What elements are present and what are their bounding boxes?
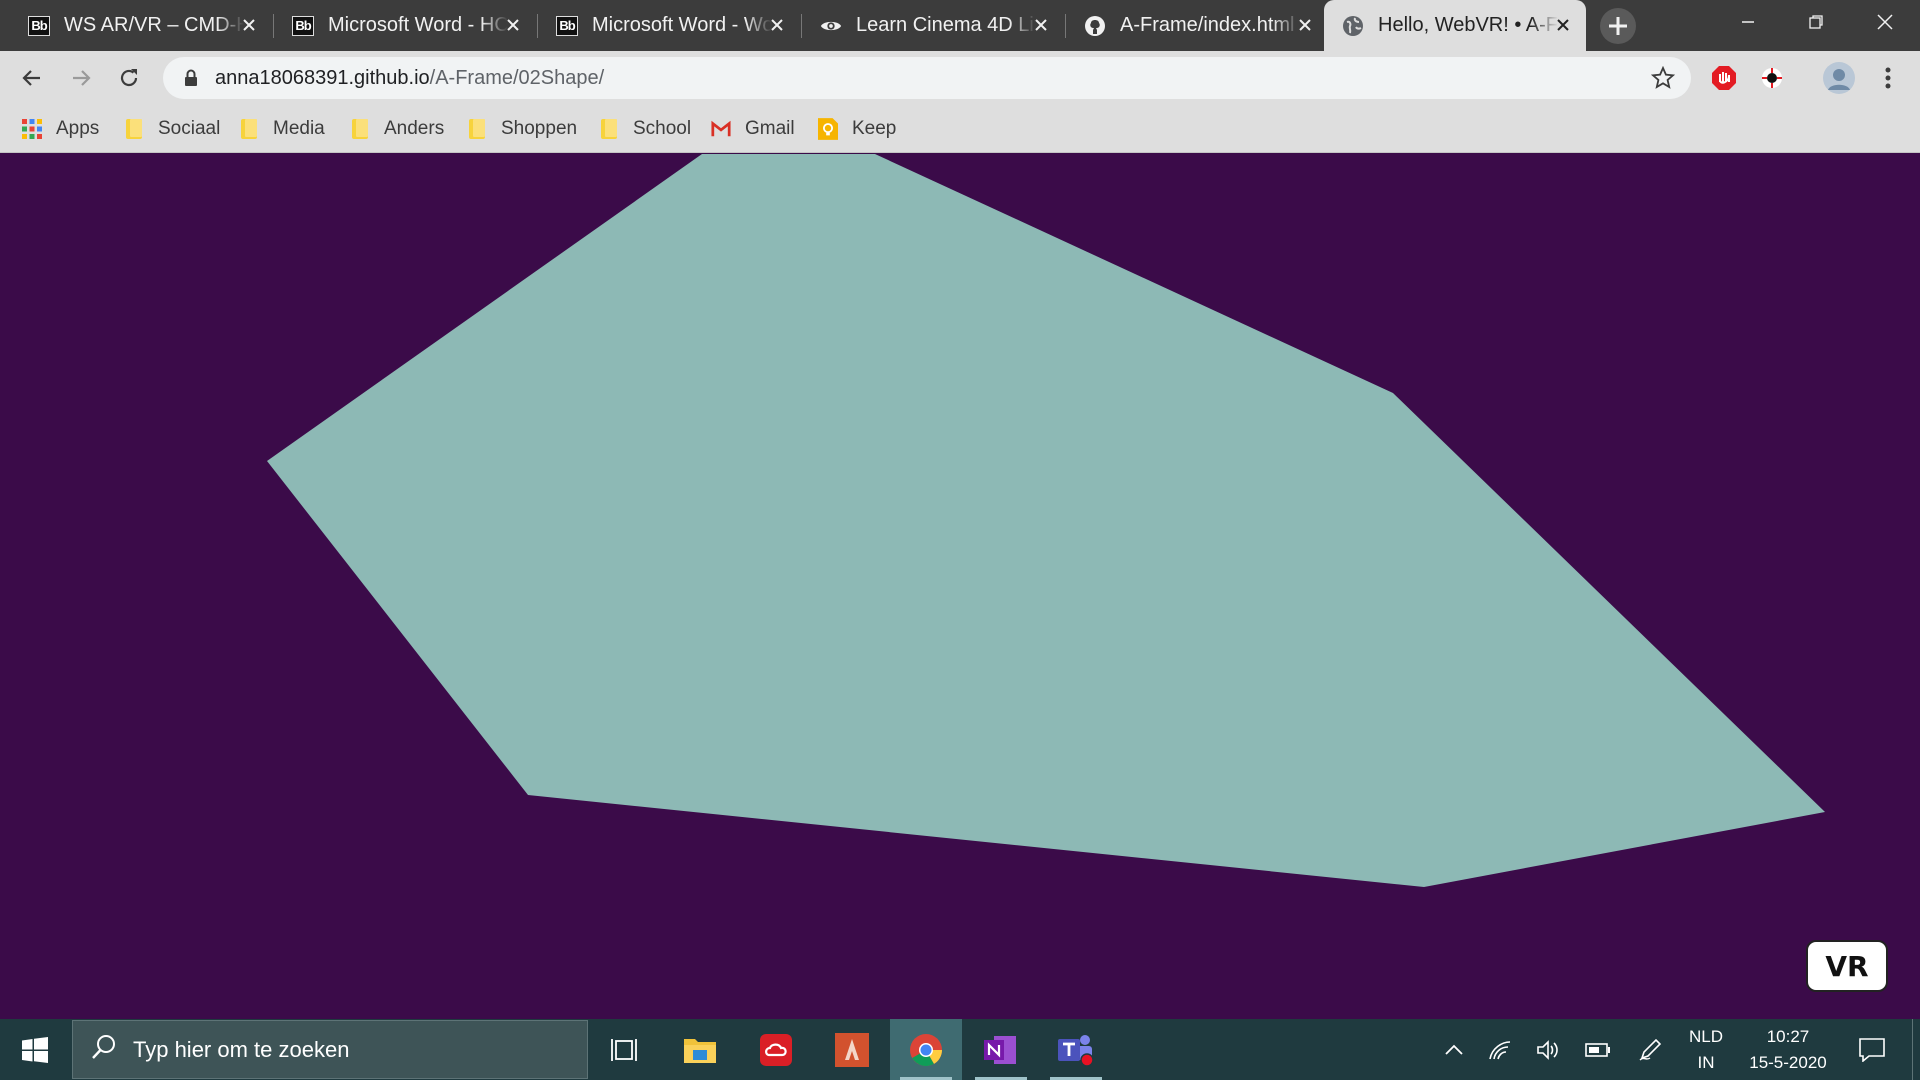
folder-icon: [239, 118, 259, 140]
url-host: anna18068391.github.io: [215, 66, 430, 89]
blackboard-icon: Bb: [556, 15, 578, 37]
close-icon[interactable]: [1030, 14, 1052, 36]
restore-button[interactable]: [1783, 0, 1849, 44]
folder-icon: [467, 118, 487, 140]
onenote-icon[interactable]: [965, 1019, 1037, 1080]
gmail-icon: [711, 118, 731, 140]
address-bar[interactable]: anna18068391.github.io/A-Frame/02Shape/: [163, 57, 1691, 99]
acrobat-icon[interactable]: [816, 1019, 888, 1080]
clock-date: 15-5-2020: [1749, 1053, 1827, 1072]
forward-button[interactable]: [63, 60, 99, 96]
search-icon: [91, 1034, 117, 1065]
new-tab-button[interactable]: [1598, 8, 1638, 44]
menu-icon[interactable]: [1870, 60, 1906, 96]
clock[interactable]: 10:27 15-5-2020: [1740, 1024, 1836, 1076]
bookmark-shoppen[interactable]: Shoppen: [467, 115, 577, 143]
tab-ws-arvr[interactable]: Bb WS AR/VR – CMD-H: [10, 0, 272, 51]
tab-title: Microsoft Word - HC: [328, 14, 508, 36]
bookmark-label: Shoppen: [501, 118, 578, 139]
tab-word-wo[interactable]: Bb Microsoft Word - Wo: [538, 0, 800, 51]
bookmark-label: Sociaal: [158, 118, 221, 139]
browser-toolbar: anna18068391.github.io/A-Frame/02Shape/: [0, 51, 1920, 105]
close-icon[interactable]: [766, 14, 788, 36]
close-window-button[interactable]: [1852, 0, 1918, 44]
bookmark-gmail[interactable]: Gmail: [711, 115, 795, 143]
file-explorer-icon[interactable]: [664, 1019, 736, 1080]
tab-title: Learn Cinema 4D Lite: [856, 14, 1036, 36]
bookmark-media[interactable]: Media: [239, 115, 325, 143]
tab-github[interactable]: A-Frame/index.html: [1066, 0, 1328, 51]
creative-cloud-icon[interactable]: [740, 1019, 812, 1080]
back-button[interactable]: [14, 60, 50, 96]
tab-strip: Bb WS AR/VR – CMD-H Bb Microsoft Word - …: [0, 0, 1920, 51]
bookmark-label: Gmail: [745, 118, 795, 139]
folder-icon: [350, 118, 370, 140]
lock-icon[interactable]: [181, 68, 201, 88]
minimize-button[interactable]: [1715, 0, 1781, 44]
keyboard-layout: IN: [1697, 1053, 1715, 1072]
bookmark-label: Apps: [56, 118, 100, 139]
eye-icon: [820, 15, 842, 37]
tab-cinema4d[interactable]: Learn Cinema 4D Lite: [802, 0, 1064, 51]
close-icon[interactable]: [502, 14, 524, 36]
globe-icon: [1342, 15, 1364, 37]
blackboard-icon: Bb: [292, 15, 314, 37]
tab-title: Microsoft Word - Wo: [592, 14, 772, 36]
extension-icon[interactable]: [1754, 60, 1790, 96]
taskbar-search-box[interactable]: Typ hier om te zoeken: [72, 1020, 588, 1079]
hexagon-shape: [267, 154, 1825, 887]
tab-title: A-Frame/index.html: [1120, 14, 1295, 36]
bookmark-sociaal[interactable]: Sociaal: [124, 115, 220, 143]
language-code: NLD: [1688, 1027, 1723, 1046]
pen-workspace-icon[interactable]: [1632, 1019, 1668, 1080]
tab-hello-webvr[interactable]: Hello, WebVR! • A-Fr: [1324, 0, 1586, 51]
bookmark-star-icon[interactable]: [1650, 65, 1676, 95]
bookmark-anders[interactable]: Anders: [350, 115, 444, 143]
folder-icon: [599, 118, 619, 140]
chevron-up-icon[interactable]: [1438, 1019, 1470, 1080]
url-path: /A-Frame/02Shape/: [429, 66, 605, 89]
bookmark-school[interactable]: School: [599, 115, 691, 143]
bookmarks-bar: Apps Sociaal Media Anders Shoppen School…: [0, 105, 1920, 153]
show-desktop-button[interactable]: [1912, 1019, 1920, 1080]
adblock-extension-icon[interactable]: [1706, 60, 1742, 96]
profile-avatar[interactable]: [1821, 60, 1857, 96]
tab-word-hc[interactable]: Bb Microsoft Word - HC: [274, 0, 536, 51]
vr-mode-button[interactable]: VR: [1806, 940, 1888, 992]
task-view-icon[interactable]: [588, 1019, 660, 1080]
tab-title: WS AR/VR – CMD-H: [64, 14, 244, 36]
volume-icon[interactable]: [1532, 1019, 1564, 1080]
keep-icon: [818, 118, 838, 140]
search-placeholder: Typ hier om te zoeken: [133, 1036, 350, 1062]
folder-icon: [124, 118, 144, 140]
language-indicator[interactable]: NLD IN: [1682, 1024, 1730, 1076]
clock-time: 10:27: [1766, 1027, 1810, 1046]
teams-icon[interactable]: [1040, 1019, 1112, 1080]
windows-logo-icon: [22, 1036, 48, 1063]
apps-grid-icon: [22, 118, 42, 140]
bookmark-label: Anders: [384, 118, 445, 139]
close-icon[interactable]: [1294, 14, 1316, 36]
close-icon[interactable]: [1552, 14, 1574, 36]
bookmark-label: Media: [273, 118, 325, 139]
close-icon[interactable]: [238, 14, 260, 36]
chrome-icon[interactable]: [890, 1019, 962, 1080]
bookmark-keep[interactable]: Keep: [818, 115, 896, 143]
bookmark-apps[interactable]: Apps: [22, 115, 99, 143]
url-text[interactable]: anna18068391.github.io/A-Frame/02Shape/: [215, 67, 604, 90]
bookmark-label: Keep: [852, 118, 897, 139]
blackboard-icon: Bb: [28, 15, 50, 37]
battery-icon[interactable]: [1580, 1019, 1616, 1080]
tab-title: Hello, WebVR! • A-Fr: [1378, 14, 1558, 36]
webvr-scene[interactable]: VR: [0, 154, 1920, 1019]
windows-taskbar: Typ hier om te zoeken NLD IN 10:27 15-5-…: [0, 1019, 1920, 1080]
reload-button[interactable]: [111, 60, 147, 96]
github-icon: [1084, 15, 1106, 37]
start-button[interactable]: [0, 1019, 70, 1080]
bookmark-label: School: [633, 118, 692, 139]
notifications-icon[interactable]: [1852, 1019, 1892, 1080]
network-icon[interactable]: [1484, 1019, 1516, 1080]
